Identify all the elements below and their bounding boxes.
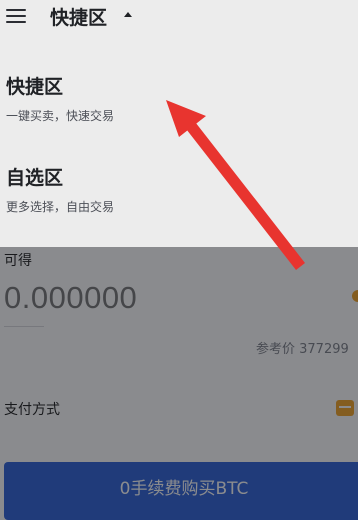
option-title: 自选区	[6, 167, 64, 189]
option-subtitle: 更多选择，自由交易	[6, 200, 115, 214]
zone-dropdown: 快捷区 快捷区 一键买卖，快速交易 自选区 更多选择，自由交易	[0, 0, 358, 247]
option-subtitle: 一键买卖，快速交易	[6, 109, 115, 123]
zone-title[interactable]: 快捷区	[50, 3, 107, 30]
caret-up-icon[interactable]	[124, 12, 132, 17]
top-bar: 快捷区	[0, 0, 358, 32]
option-quick-zone[interactable]: 快捷区 一键买卖，快速交易	[6, 72, 346, 124]
option-title: 快捷区	[6, 76, 64, 98]
option-select-zone[interactable]: 自选区 更多选择，自由交易	[6, 163, 346, 215]
screen: 可得 参考价 377299 支付方式 0手续费购买BTC 快捷区 快捷区 一键买…	[0, 0, 358, 520]
menu-icon[interactable]	[6, 9, 26, 24]
